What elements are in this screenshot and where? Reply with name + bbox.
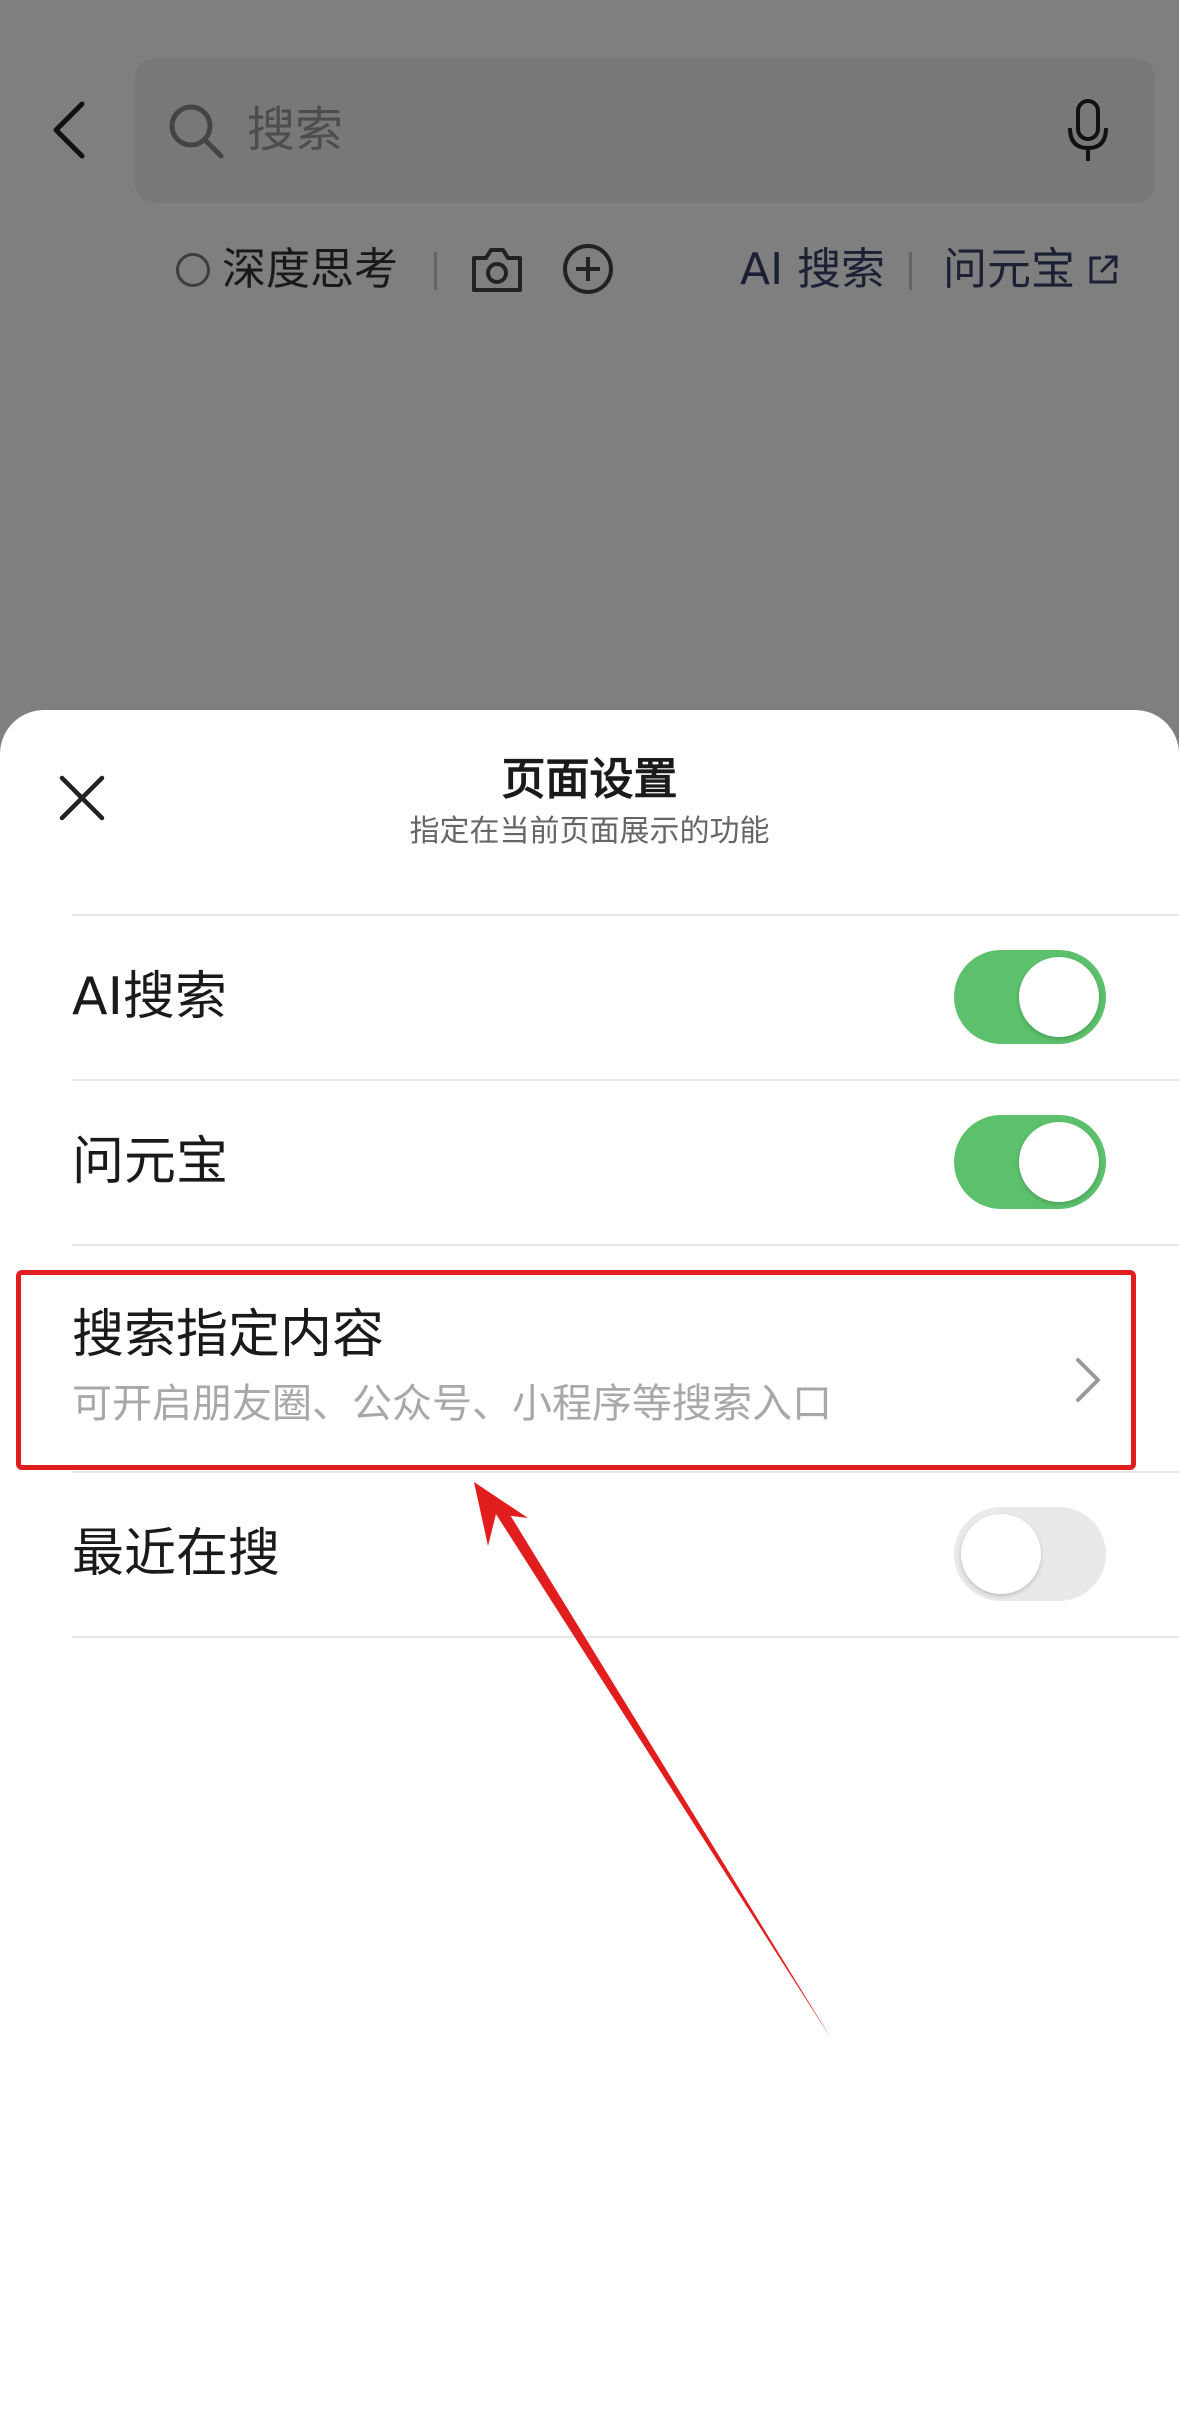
setting-row-ai-search: AI搜索 xyxy=(0,916,1179,1079)
divider xyxy=(72,1636,1179,1638)
recent-searches-toggle[interactable] xyxy=(954,1507,1106,1601)
toggle-knob xyxy=(1019,957,1099,1037)
setting-label: AI搜索 xyxy=(72,967,227,1027)
toggle-knob xyxy=(961,1514,1041,1594)
annotation-highlight-box xyxy=(16,1270,1136,1470)
page-settings-sheet: 页面设置 指定在当前页面展示的功能 AI搜索 问元宝 搜索指定内容 可开启朋友圈… xyxy=(0,710,1179,2422)
toggle-knob xyxy=(1019,1122,1099,1202)
setting-label: 最近在搜 xyxy=(72,1524,281,1584)
setting-row-yuanbao: 问元宝 xyxy=(0,1081,1179,1244)
setting-row-recent-searches: 最近在搜 xyxy=(0,1473,1179,1636)
setting-label: 问元宝 xyxy=(72,1132,229,1192)
sheet-title: 页面设置 xyxy=(501,754,678,805)
ai-search-toggle[interactable] xyxy=(954,950,1106,1044)
sheet-subtitle: 指定在当前页面展示的功能 xyxy=(409,814,770,849)
yuanbao-toggle[interactable] xyxy=(954,1115,1106,1209)
